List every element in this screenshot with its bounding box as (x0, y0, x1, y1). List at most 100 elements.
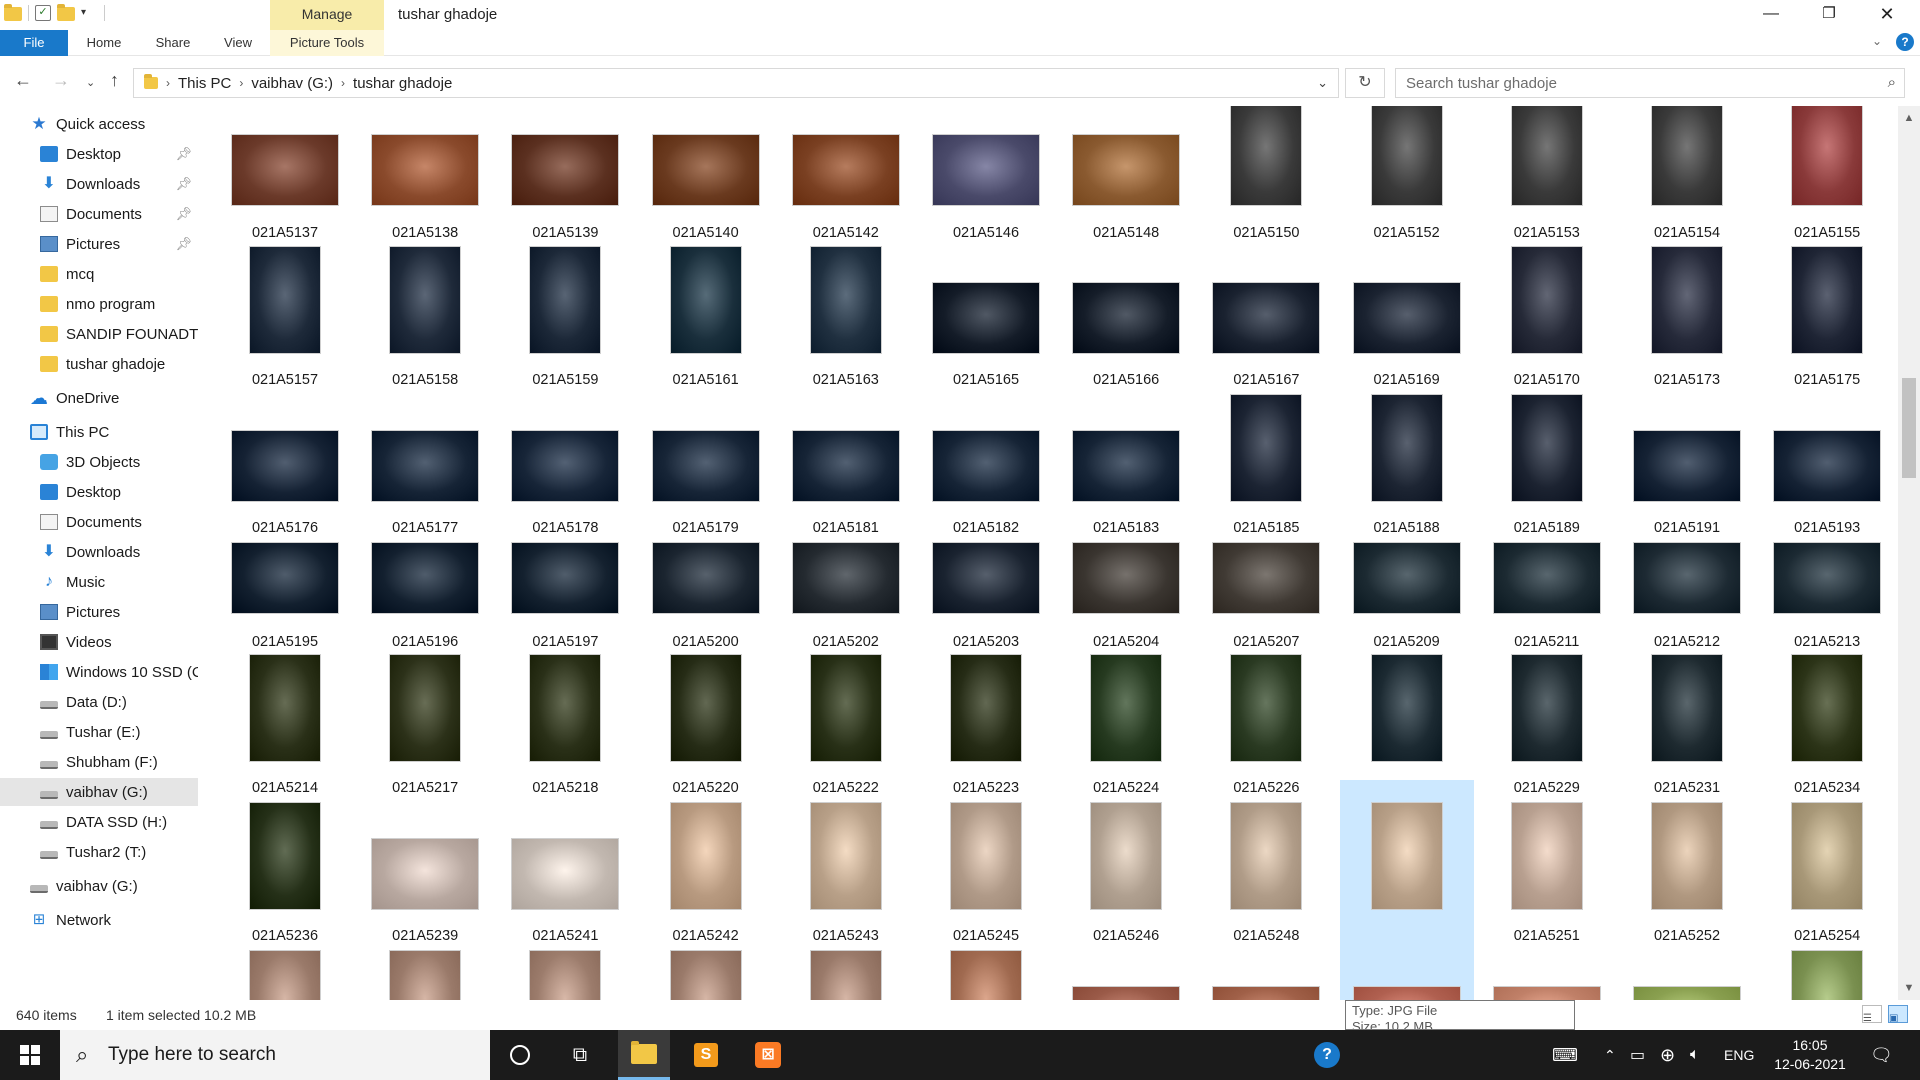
vertical-scrollbar[interactable]: ▲ ▼ (1898, 106, 1920, 1000)
show-hidden-icons-button[interactable]: ⌃ (1604, 1030, 1616, 1080)
file-item[interactable]: 021A5158 (358, 224, 492, 388)
file-item[interactable]: 021A5202 (779, 520, 913, 650)
file-item[interactable]: 021A5226 (1199, 632, 1333, 796)
breadcrumb-folder[interactable]: tushar ghadoje (353, 75, 452, 92)
back-button[interactable]: ← (14, 70, 32, 91)
file-item[interactable]: 021A5254 (1760, 780, 1894, 944)
details-view-button[interactable]: ☰ (1862, 1005, 1882, 1024)
file-item[interactable]: 021A5266 (1339, 928, 1474, 1000)
up-button[interactable]: ↑ (110, 70, 119, 91)
file-item[interactable]: 021A5165 (919, 224, 1053, 388)
search-box[interactable]: Search tushar ghadoje ⌕ (1395, 68, 1905, 98)
file-item[interactable]: 021A5209 (1340, 520, 1474, 650)
file-item[interactable]: 021A5140 (639, 106, 773, 241)
file-item[interactable]: 021A5264 (1199, 928, 1333, 1000)
file-item[interactable]: 021A5204 (1059, 520, 1193, 650)
file-item[interactable]: 021A5176 (218, 372, 352, 536)
help-tray-icon[interactable]: ? (1314, 1030, 1340, 1080)
file-item[interactable]: 021A5185 (1199, 372, 1333, 536)
file-item[interactable]: 021A5173 (1620, 224, 1754, 388)
file-item[interactable]: 021A5256 (358, 928, 492, 1000)
file-item[interactable]: 021A5139 (498, 106, 632, 241)
nav-item[interactable]: Shubham (F:) (0, 748, 198, 776)
notification-center-button[interactable]: 🗨︎ (1870, 1030, 1893, 1080)
nav-item[interactable]: ⬇ Downloads 📌︎ (0, 170, 198, 198)
task-view-button[interactable]: ⧉ (556, 1030, 604, 1080)
nav-item[interactable]: Videos (0, 628, 198, 656)
file-item[interactable]: 021A5236 (218, 780, 352, 944)
file-item[interactable]: 021A5193 (1760, 372, 1894, 536)
nav-item[interactable]: Desktop 📌︎ (0, 140, 198, 168)
nav-item[interactable]: Desktop (0, 478, 198, 506)
file-item[interactable]: 021A5146 (919, 106, 1053, 241)
language-indicator[interactable]: ENG (1724, 1030, 1754, 1080)
file-item[interactable]: 021A5182 (919, 372, 1053, 536)
battery-icon[interactable]: ▭ (1630, 1030, 1645, 1080)
nav-item[interactable]: tushar ghadoje (0, 350, 198, 378)
breadcrumb-separator-icon[interactable]: › (166, 76, 170, 90)
tab-view[interactable]: View (220, 30, 256, 56)
file-item[interactable]: 021A5166 (1059, 224, 1193, 388)
file-item[interactable]: 021A5196 (358, 520, 492, 650)
file-item[interactable]: 021A5167 (1199, 224, 1333, 388)
forward-button[interactable]: → (52, 70, 70, 91)
file-item[interactable]: 021A5243 (779, 780, 913, 944)
nav-item[interactable]: Windows 10 SSD (C (0, 658, 198, 686)
refresh-button[interactable]: ↻ (1345, 68, 1385, 98)
file-item[interactable]: 021A5258 (639, 928, 773, 1000)
file-item[interactable]: 021A5207 (1199, 520, 1333, 650)
xampp-taskbar-button[interactable]: ⊠ (742, 1030, 794, 1080)
file-item[interactable]: 021A5188 (1340, 372, 1474, 536)
nav-item[interactable]: Pictures 📌︎ (0, 230, 198, 258)
file-item[interactable]: 021A5211 (1480, 520, 1614, 650)
file-item[interactable]: 021A5157 (218, 224, 352, 388)
file-item[interactable]: 021A5148 (1059, 106, 1193, 241)
file-item[interactable]: 021A5152 (1340, 106, 1474, 241)
file-item[interactable]: 021A5197 (498, 520, 632, 650)
keyboard-tray-icon[interactable]: ⌨ (1552, 1030, 1578, 1080)
file-item[interactable]: 021A5200 (639, 520, 773, 650)
sublime-taskbar-button[interactable]: S (680, 1030, 732, 1080)
nav-item[interactable]: ☁ OneDrive (0, 384, 198, 412)
file-item[interactable]: 021A5163 (779, 224, 913, 388)
taskbar-search-box[interactable]: ⌕ Type here to search (60, 1030, 490, 1080)
breadcrumb-this-pc[interactable]: This PC (178, 75, 231, 92)
scrollbar-thumb[interactable] (1902, 378, 1916, 478)
file-item[interactable]: 021A5214 (218, 632, 352, 796)
scroll-up-icon[interactable]: ▲ (1898, 112, 1920, 124)
address-bar[interactable]: › This PC › vaibhav (G:) › tushar ghadoj… (133, 68, 1339, 98)
cortana-button[interactable] (496, 1030, 544, 1080)
file-item[interactable]: 021A5257 (498, 928, 632, 1000)
file-item[interactable]: 021A5142 (779, 106, 913, 241)
nav-item[interactable]: Pictures (0, 598, 198, 626)
file-item[interactable]: 021A5229 (1480, 632, 1614, 796)
nav-item[interactable]: vaibhav (G:) (0, 778, 198, 806)
file-item[interactable]: 021A5261 (919, 928, 1053, 1000)
nav-item[interactable]: Documents (0, 508, 198, 536)
file-item[interactable]: 021A5255 (218, 928, 352, 1000)
help-icon[interactable]: ? (1896, 33, 1914, 51)
search-input[interactable]: Search tushar ghadoje (1406, 75, 1557, 92)
file-item[interactable]: 021A5234 (1760, 632, 1894, 796)
file-item[interactable]: 021A5203 (919, 520, 1053, 650)
file-item[interactable]: 021A5231 (1620, 632, 1754, 796)
file-item[interactable]: 021A5262 (1059, 928, 1193, 1000)
nav-item[interactable]: ⊞ Network (0, 906, 198, 934)
properties-icon[interactable]: ✓ (35, 4, 51, 21)
close-button[interactable]: ✕ (1858, 0, 1916, 30)
file-item[interactable]: 021A5177 (358, 372, 492, 536)
file-item[interactable]: 021A5155 (1760, 106, 1894, 241)
volume-icon[interactable]: 🔈︎ (1690, 1030, 1700, 1080)
file-item[interactable]: 021A5137 (218, 106, 352, 241)
file-item[interactable]: 021A5241 (498, 780, 632, 944)
tab-file[interactable]: File (0, 30, 68, 56)
file-item[interactable]: 021A5159 (498, 224, 632, 388)
customize-toolbar-icon[interactable]: ▾ (81, 7, 86, 18)
file-item[interactable]: 021A5246 (1059, 780, 1193, 944)
file-item[interactable]: 021A5217 (358, 632, 492, 796)
file-item[interactable]: 021A5260 (779, 928, 913, 1000)
breadcrumb-drive[interactable]: vaibhav (G:) (251, 75, 333, 92)
expand-ribbon-icon[interactable]: ⌄ (1872, 34, 1882, 48)
file-item[interactable]: 021A5270 (1760, 928, 1894, 1000)
file-item[interactable]: 021A5224 (1059, 632, 1193, 796)
